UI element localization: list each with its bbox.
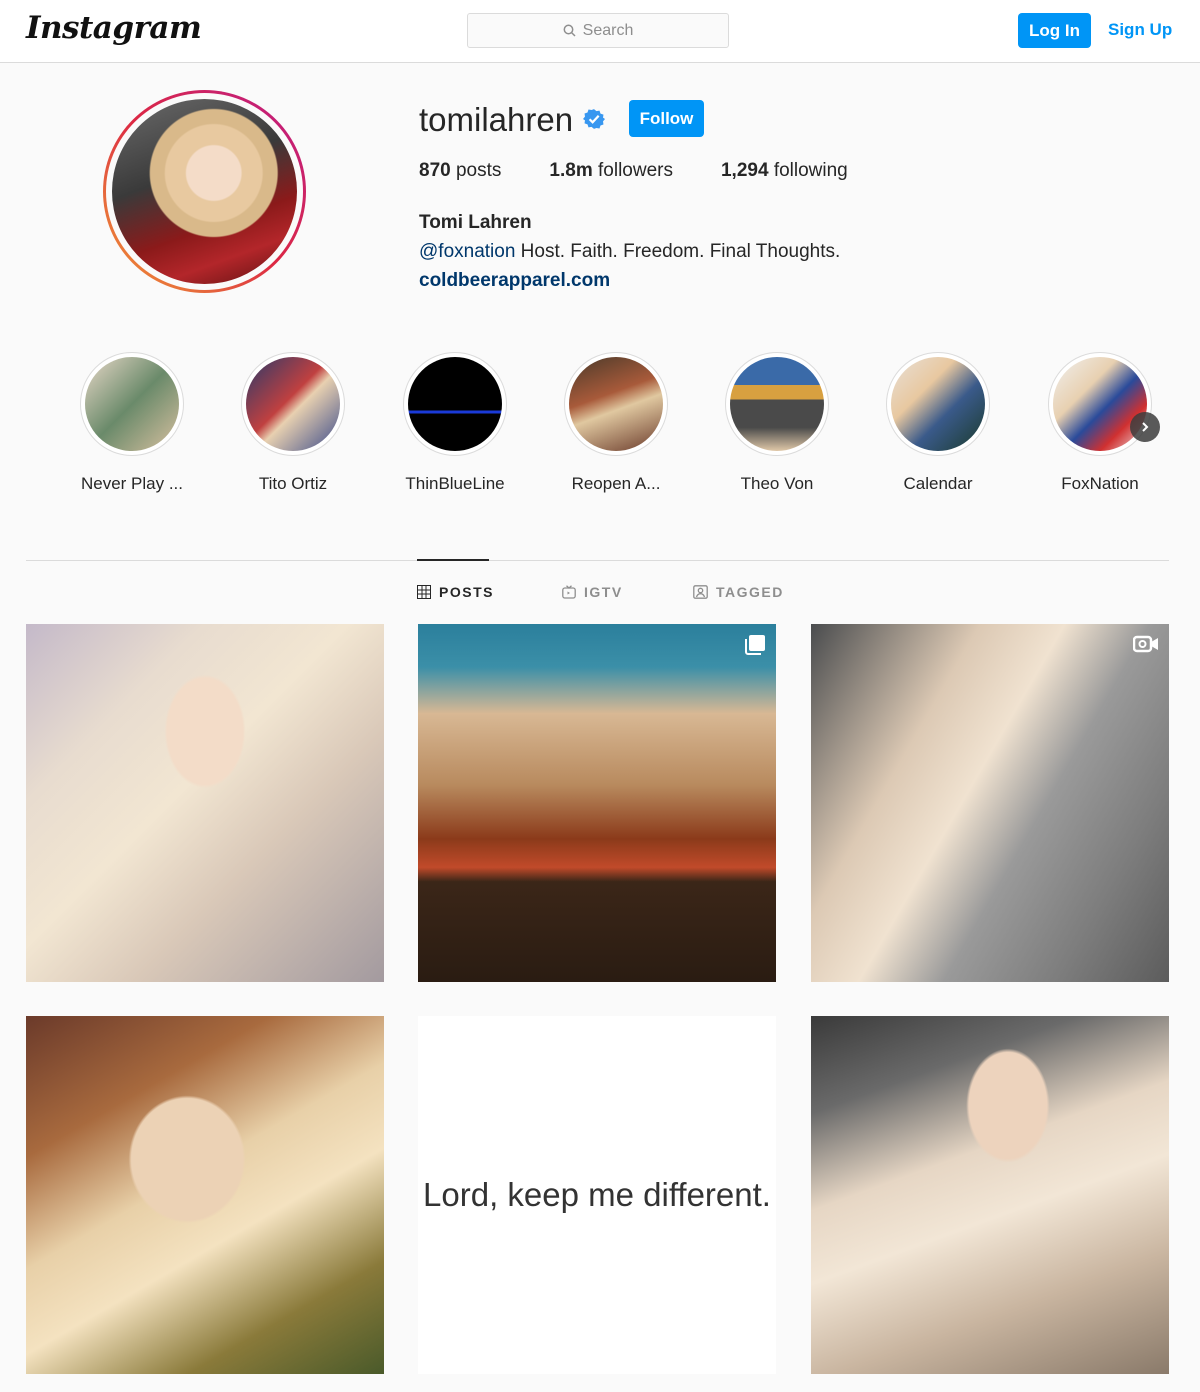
video-icon <box>1133 635 1158 653</box>
highlight-theo-von[interactable]: Theo Von <box>707 352 847 494</box>
highlight-label: ThinBlueLine <box>405 474 505 493</box>
post-thumbnail[interactable] <box>26 1016 384 1374</box>
profile-website-link[interactable]: coldbeerapparel.com <box>419 270 610 292</box>
instagram-logo[interactable]: Instagram <box>26 10 202 46</box>
profile-username: tomilahren <box>419 101 574 138</box>
tabs-divider <box>26 560 1169 561</box>
highlight-thumbnail <box>730 357 824 451</box>
highlight-thumbnail <box>891 357 985 451</box>
tagged-icon <box>693 585 708 599</box>
tab-posts[interactable]: POSTS <box>417 584 494 600</box>
post-quote-text: Lord, keep me different. <box>423 1176 771 1213</box>
profile-avatar[interactable] <box>103 90 306 293</box>
top-navigation-bar: Instagram Search Log In Sign Up <box>0 0 1200 63</box>
story-highlights: Never Play ... Tito Ortiz ThinBlueLine R… <box>0 352 1200 502</box>
highlight-never-play[interactable]: Never Play ... <box>62 352 202 494</box>
highlight-tito-ortiz[interactable]: Tito Ortiz <box>223 352 363 494</box>
tab-tagged[interactable]: TAGGED <box>693 584 784 600</box>
profile-full-name: Tomi Lahren <box>419 212 532 233</box>
highlight-label: Never Play ... <box>80 474 184 493</box>
highlight-calendar[interactable]: Calendar <box>868 352 1008 494</box>
signup-link[interactable]: Sign Up <box>1108 20 1172 40</box>
posts-count: 870 posts <box>419 160 502 181</box>
followers-count[interactable]: 1.8m followers <box>549 160 673 182</box>
login-button[interactable]: Log In <box>1018 13 1091 48</box>
profile-bio: @foxnation Host. Faith. Freedom. Final T… <box>419 241 840 263</box>
verified-badge-icon <box>583 109 605 129</box>
post-thumbnail[interactable] <box>811 624 1169 982</box>
post-thumbnail[interactable] <box>811 1016 1169 1374</box>
follow-button[interactable]: Follow <box>629 100 704 137</box>
bio-mention-link[interactable]: @foxnation <box>419 241 515 262</box>
highlight-label: Tito Ortiz <box>258 474 328 493</box>
grid-icon <box>417 585 431 599</box>
highlights-next-arrow-icon[interactable] <box>1130 412 1160 442</box>
tab-igtv[interactable]: IGTV <box>562 584 623 600</box>
highlight-thumbnail <box>408 357 502 451</box>
highlight-label: Reopen A... <box>571 474 661 493</box>
post-thumbnail[interactable]: Lord, keep me different. <box>418 1016 776 1374</box>
highlight-thumbnail <box>569 357 663 451</box>
highlight-label: FoxNation <box>1061 474 1139 493</box>
highlight-reopen[interactable]: Reopen A... <box>546 352 686 494</box>
profile-stats: 870 posts 1.8m followers 1,294 following <box>419 160 896 182</box>
active-tab-indicator <box>417 559 489 561</box>
bio-text: Host. Faith. Freedom. Final Thoughts. <box>515 241 841 262</box>
highlight-label: Theo Von <box>740 474 814 493</box>
carousel-icon <box>745 635 765 655</box>
highlight-thumbnail <box>85 357 179 451</box>
avatar-image <box>112 99 297 284</box>
highlight-thinblueline[interactable]: ThinBlueLine <box>385 352 525 494</box>
following-count[interactable]: 1,294 following <box>721 160 848 182</box>
search-placeholder: Search <box>582 21 634 39</box>
post-thumbnail[interactable] <box>26 624 384 982</box>
highlight-thumbnail <box>246 357 340 451</box>
post-thumbnail[interactable] <box>418 624 776 982</box>
search-icon <box>563 24 576 37</box>
highlight-label: Calendar <box>903 474 973 493</box>
search-input[interactable]: Search <box>467 13 729 48</box>
igtv-icon <box>562 585 576 599</box>
